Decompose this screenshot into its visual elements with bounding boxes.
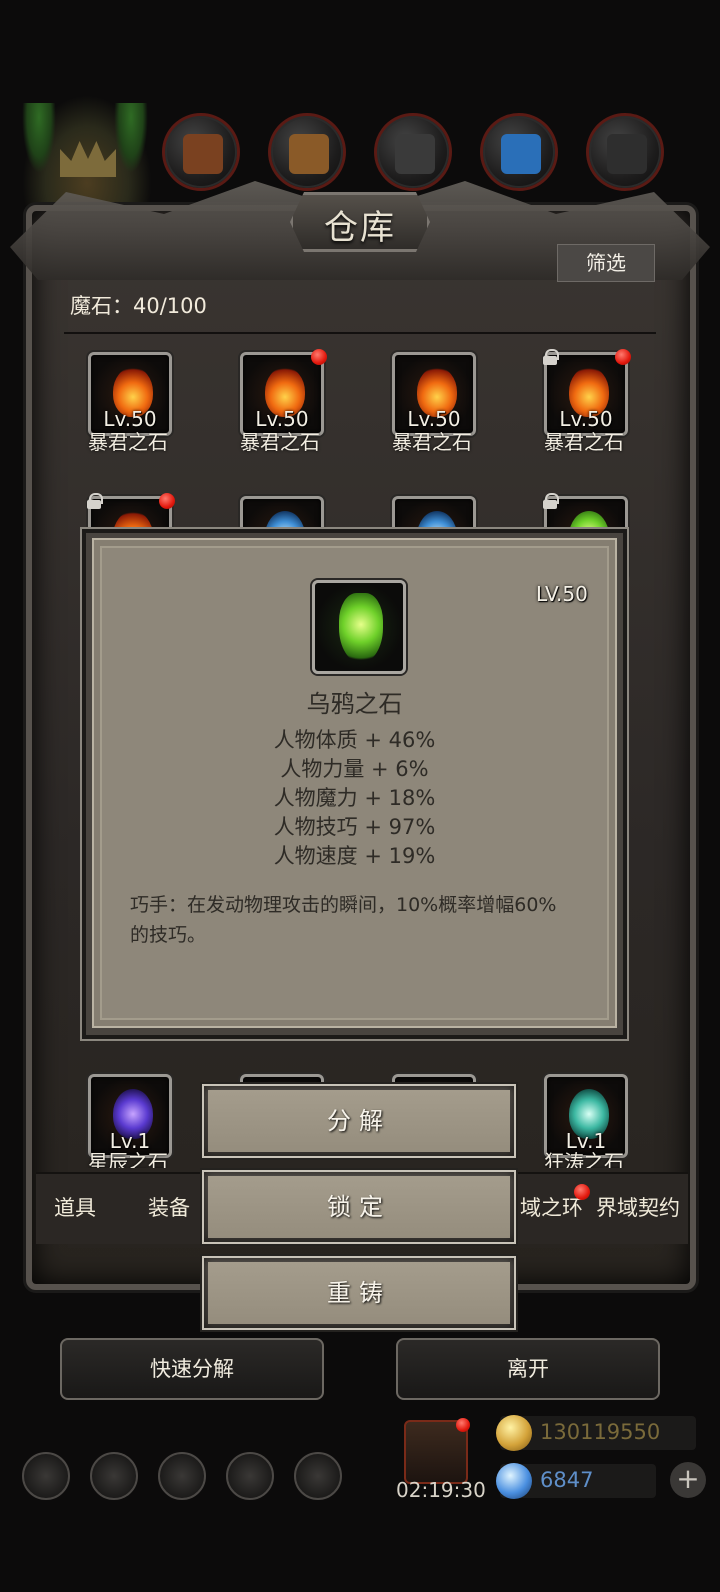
notification-dot — [615, 349, 631, 365]
plank-material-icon[interactable] — [268, 113, 346, 191]
filter-button[interactable]: 筛选 — [557, 244, 655, 282]
mail-icon[interactable] — [226, 1452, 274, 1500]
settings-icon[interactable] — [294, 1452, 342, 1500]
lock-button[interactable]: 锁定 — [202, 1170, 516, 1244]
slot-name: 暴君之石 — [88, 430, 168, 454]
notification-dot — [574, 1184, 590, 1200]
add-currency-icon[interactable]: + — [670, 1462, 706, 1498]
tab-items[interactable]: 道具 — [54, 1192, 96, 1222]
slot-name: 暴君之石 — [240, 430, 320, 454]
quick-decompose-button[interactable]: 快速分解 — [60, 1338, 324, 1400]
metal-bar-material-icon[interactable] — [586, 113, 664, 191]
tab-equipment[interactable]: 装备 — [148, 1192, 190, 1222]
wood-material-icon[interactable] — [162, 113, 240, 191]
top-resource-bar — [0, 95, 720, 205]
demon-stone-count: 魔石：40/100 — [70, 294, 207, 318]
decompose-button[interactable]: 分解 — [202, 1084, 516, 1158]
divider — [64, 332, 656, 334]
slot-name: 暴君之石 — [544, 430, 624, 454]
menu-icon[interactable] — [22, 1452, 70, 1500]
panel-title: 仓库 — [324, 208, 396, 248]
gold-amount: 130119550 — [540, 1420, 661, 1444]
tooltip-level: LV.50 — [536, 582, 588, 606]
notification-dot — [456, 1418, 470, 1432]
tooltip-item-icon — [312, 580, 406, 674]
tooltip-stat: 人物力量 + 6% — [280, 757, 429, 781]
hero-icon[interactable] — [90, 1452, 138, 1500]
tooltip-item-name: 乌鸦之石 — [306, 690, 403, 718]
gift-box-icon[interactable] — [404, 1418, 470, 1484]
inventory-slot[interactable]: Lv.50 — [88, 352, 172, 436]
diamond-icon — [496, 1463, 532, 1499]
tab-domain-contract[interactable]: 界域契约 — [596, 1192, 680, 1222]
crystal-material-icon[interactable] — [480, 113, 558, 191]
iron-material-icon[interactable] — [374, 113, 452, 191]
gift-timer: 02:19:30 — [396, 1478, 486, 1502]
castle-icon[interactable] — [22, 95, 152, 205]
tooltip-stat: 人物速度 + 19% — [273, 844, 436, 868]
map-icon[interactable] — [158, 1452, 206, 1500]
leave-button[interactable]: 离开 — [396, 1338, 660, 1400]
inventory-slot[interactable]: Lv.50 — [240, 349, 327, 436]
tooltip-stat: 人物技巧 + 97% — [273, 815, 436, 839]
tab-domain-ring[interactable]: 域之环 — [520, 1192, 583, 1222]
lock-icon — [87, 493, 103, 509]
green-crystal-icon — [339, 593, 383, 663]
notification-dot — [159, 493, 175, 509]
slot-name: 暴君之石 — [392, 430, 472, 454]
inventory-slot[interactable]: Lv.50 — [543, 349, 631, 436]
slot-name: 星辰之石 — [88, 1150, 168, 1168]
tooltip-stat: 人物魔力 + 18% — [273, 786, 436, 810]
tooltip-description: 巧手：在发动物理攻击的瞬间，10%概率增幅60%的技巧。 — [130, 894, 557, 946]
diamond-amount: 6847 — [540, 1468, 594, 1492]
notification-dot — [311, 349, 327, 365]
slot-name: 狂涛之石 — [544, 1150, 624, 1168]
inventory-slot[interactable]: Lv.50 — [392, 352, 476, 436]
lock-icon — [543, 349, 559, 365]
tooltip-stat: 人物体质 + 46% — [273, 728, 436, 752]
lock-icon — [543, 493, 559, 509]
reforge-button[interactable]: 重铸 — [202, 1256, 516, 1330]
gold-coin-icon — [496, 1415, 532, 1451]
